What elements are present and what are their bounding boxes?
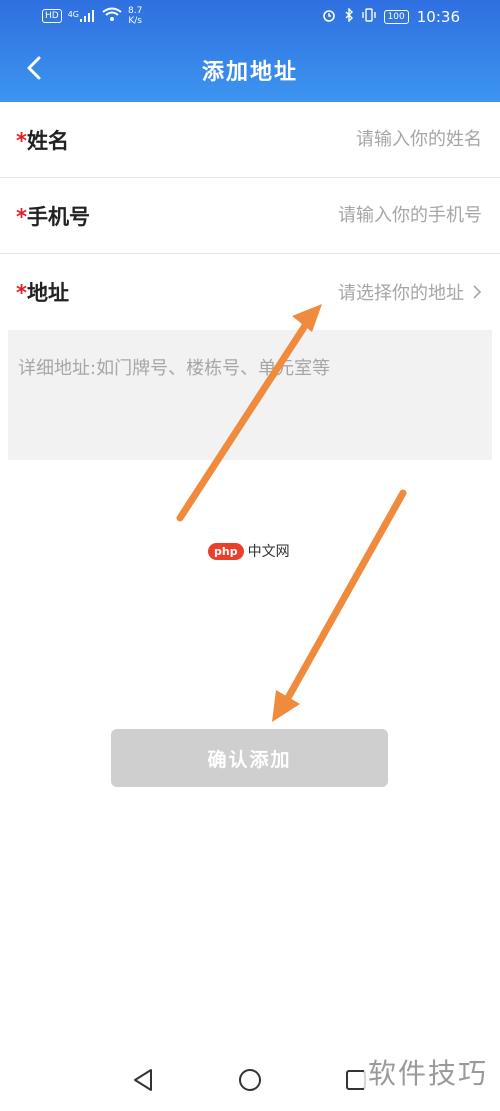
header-bar: HD 4G 8.7 K/s 100 10:36 添加地址 <box>0 0 500 102</box>
signal-type: 4G <box>67 10 79 19</box>
address-select-text: 请选择你的地址 <box>338 283 464 304</box>
name-row: *姓名 <box>0 102 500 178</box>
status-right: 100 10:36 <box>322 7 460 26</box>
speed-unit: K/s <box>128 16 142 26</box>
clock: 10:36 <box>416 8 460 26</box>
network-speed: 8.7 K/s <box>128 6 142 26</box>
alarm-icon <box>322 8 336 26</box>
signal-icon: 4G <box>68 10 96 22</box>
php-watermark: php 中文网 <box>208 541 290 561</box>
nav-home-button[interactable] <box>234 1064 266 1096</box>
address-selector[interactable]: 请选择你的地址 <box>69 279 482 305</box>
phone-row: *手机号 <box>0 178 500 254</box>
bluetooth-icon <box>344 7 354 26</box>
phone-label-text: 手机号 <box>26 204 90 229</box>
speed-value: 8.7 <box>128 6 143 16</box>
php-watermark-text: 中文网 <box>247 544 290 560</box>
required-mark: * <box>16 281 27 305</box>
page-title: 添加地址 <box>201 60 298 85</box>
nav-back-button[interactable] <box>127 1064 159 1096</box>
wifi-icon <box>102 7 122 25</box>
confirm-add-button[interactable]: 确认添加 <box>111 729 388 787</box>
detail-address-input[interactable] <box>8 330 492 460</box>
address-label: *地址 <box>16 277 69 307</box>
status-bar: HD 4G 8.7 K/s 100 10:36 <box>0 0 500 34</box>
address-label-text: 地址 <box>26 281 69 305</box>
arrow-to-confirm-button <box>272 489 407 722</box>
name-label-text: 姓名 <box>26 128 69 153</box>
address-row: *地址 请选择你的地址 <box>0 254 500 330</box>
chevron-right-icon <box>473 285 482 299</box>
bottom-watermark: 软件技巧 <box>363 1052 492 1092</box>
name-input[interactable] <box>68 129 482 150</box>
triangle-back-icon <box>134 1069 152 1091</box>
required-mark: * <box>16 128 27 153</box>
phone-input[interactable] <box>89 205 482 226</box>
hd-badge: HD <box>42 9 62 23</box>
vibrate-icon <box>361 8 376 26</box>
battery-icon: 100 <box>383 10 409 24</box>
phone-label: *手机号 <box>16 201 90 231</box>
circle-home-icon <box>239 1069 261 1091</box>
required-mark: * <box>16 204 27 229</box>
name-label: *姓名 <box>16 125 69 155</box>
status-left: HD 4G 8.7 K/s <box>42 6 142 26</box>
php-logo: php <box>208 542 244 560</box>
